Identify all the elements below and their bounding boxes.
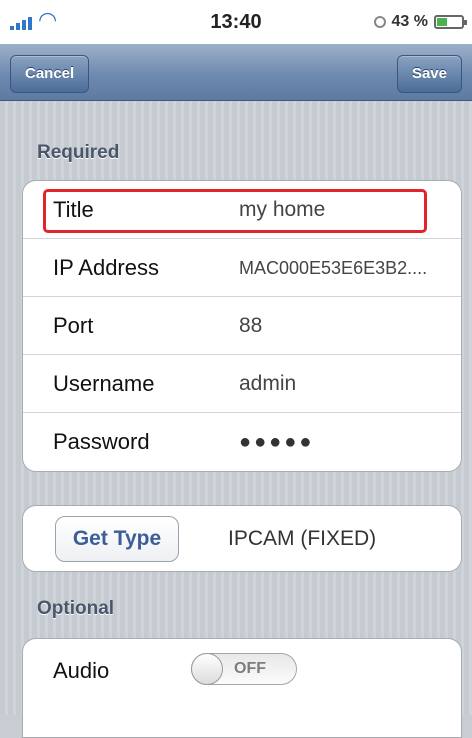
title-field[interactable]: my home [239,181,325,239]
password-label: Password [53,429,150,454]
toggle-knob [191,653,223,685]
audio-toggle[interactable]: OFF [191,653,297,685]
port-row[interactable]: Port 88 [23,297,461,355]
ip-address-label: IP Address [53,255,159,280]
title-row[interactable]: Title my home [23,181,461,239]
get-type-button[interactable]: Get Type [55,516,179,562]
optional-group: Audio OFF [22,638,462,738]
required-group: Title my home IP Address MAC000E53E6E3B2… [22,180,462,472]
port-label: Port [53,313,94,338]
port-field[interactable]: 88 [239,297,262,355]
password-field[interactable]: ●●●●● [239,413,314,471]
camera-type-value: IPCAM (FIXED) [228,527,377,550]
rotation-lock-icon [373,16,386,28]
username-field[interactable]: admin [239,355,296,413]
audio-label: Audio [53,658,110,683]
title-highlight-box [43,189,427,233]
battery-status: 43 % [373,12,467,32]
audio-toggle-state: OFF [234,660,266,677]
audio-row: Audio OFF [23,639,461,703]
title-label: Title [53,197,94,222]
optional-section-header: Optional [37,598,115,619]
battery-icon [434,15,467,29]
ip-address-row[interactable]: IP Address MAC000E53E6E3B2.... [23,239,461,297]
status-bar: ◠ 13:40 43 % [0,0,472,44]
battery-percent: 43 % [391,13,428,30]
cancel-button[interactable]: Cancel [10,55,90,93]
type-group: Get Type IPCAM (FIXED) [22,505,462,572]
ip-address-field[interactable]: MAC000E53E6E3B2.... [239,239,427,297]
password-row[interactable]: Password ●●●●● [23,413,461,471]
navigation-bar: Cancel Save [0,44,472,101]
username-label: Username [53,371,155,396]
username-row[interactable]: Username admin [23,355,461,413]
required-section-header: Required [37,142,120,163]
save-button[interactable]: Save [396,55,462,93]
